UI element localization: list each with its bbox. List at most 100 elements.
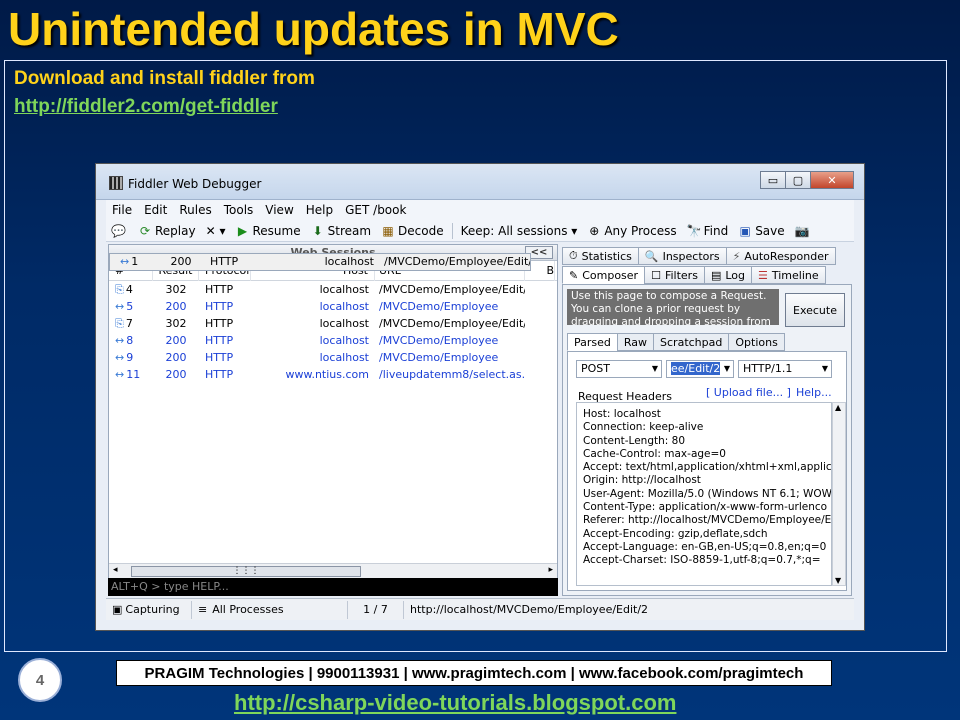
stream-button[interactable]: ⬇ Stream (306, 224, 376, 238)
inspect-icon: 🔍 (644, 249, 659, 263)
session-protocol: HTTP (205, 283, 234, 296)
camera-icon: 📷 (794, 223, 810, 238)
session-result: 302 (165, 283, 187, 296)
decode-button[interactable]: ▦ Decode (376, 224, 449, 238)
crosshair-icon: ⊕ (589, 223, 600, 238)
menu-get-book[interactable]: GET /book (339, 203, 412, 217)
session-num: ↔ 1 (114, 254, 158, 270)
save-label: Save (755, 223, 785, 238)
screenshot-button[interactable]: 📷 (790, 224, 817, 238)
tab-timeline[interactable]: ☰ Timeline (751, 266, 826, 284)
maximize-button[interactable]: ▢ (785, 171, 811, 189)
header-line: Content-Length: 80 (583, 434, 686, 447)
session-url: /MVCDemo/Employee/Edit/2 (384, 255, 530, 268)
session-url: /MVCDemo/Employee (379, 300, 499, 313)
decode-grid-icon: ▦ (382, 223, 394, 238)
footer-credit: PRAGIM Technologies | 9900113931 | www.p… (116, 660, 832, 686)
table-row[interactable]: ⎘ 4 302 HTTP localhost/MVCDemo/Employee/Edit… (109, 281, 557, 298)
close-button[interactable]: ✕ (810, 171, 854, 189)
session-num: ↔ 5 (109, 300, 153, 313)
parsed-panel: POST ▼ ee/Edit/2 ▼ HTTP/1.1 ▼ Request Heade… (567, 351, 847, 591)
menu-view[interactable]: View (259, 203, 299, 217)
table-row[interactable]: ↔ 5 200 HTTP localhost/MVCDemo/Employee (109, 298, 557, 315)
http-version-select[interactable]: HTTP/1.1 ▼ (738, 360, 832, 378)
session-protocol: HTTP (205, 351, 234, 364)
session-host: localhost (324, 255, 374, 268)
header-line: Accept-Charset: ISO-8859-1,utf-8;q=0.7,*… (583, 554, 821, 567)
session-num-text: 4 (125, 282, 133, 296)
session-result: 200 (170, 255, 192, 268)
table-row[interactable]: ↔ 8 200 HTTP localhost/MVCDemo/Employee (109, 332, 557, 349)
upload-file-link[interactable]: [ Upload file... ] (706, 386, 791, 399)
capture-icon: ▣ (112, 603, 123, 616)
tab-options[interactable]: Options (728, 333, 785, 351)
find-label: Find (703, 223, 729, 238)
tab-inspectors[interactable]: 🔍 Inspectors (637, 247, 727, 265)
checkbox-icon: ☐ (651, 268, 661, 282)
help-link[interactable]: Help... (796, 386, 832, 399)
process-filter[interactable]: ≡ All Processes (192, 600, 348, 619)
session-type-icon: ↔ (115, 334, 125, 347)
tab-scratchpad[interactable]: Scratchpad (653, 333, 730, 351)
fiddler-download-link[interactable]: http://fiddler2.com/get-fiddler (14, 96, 278, 118)
request-headers-textarea[interactable]: Host: localhost Connection: keep-alive Con… (576, 402, 832, 586)
stream-arrow-icon: ⬇ (312, 223, 323, 238)
tab-statistics[interactable]: ⏱ Statistics (562, 247, 639, 265)
tab-autoresponder[interactable]: ⚡ AutoResponder (725, 247, 836, 265)
session-url: /MVCDemo/Employee (379, 351, 499, 364)
tab-raw[interactable]: Raw (616, 333, 655, 351)
session-result: 200 (165, 334, 187, 347)
tab-filters[interactable]: ☐ Filters (644, 266, 705, 284)
url-input[interactable]: ee/Edit/2 ▼ (666, 360, 734, 378)
session-protocol: HTTP (210, 255, 239, 268)
window-title: Fiddler Web Debugger (128, 177, 262, 191)
execute-button[interactable]: Execute (785, 293, 845, 327)
table-row[interactable]: ↔ 9 200 HTTP localhost/MVCDemo/Employee (109, 349, 557, 366)
table-row[interactable]: ↔ 1 200 HTTP localhost/MVCDemo/Employee/Edit… (109, 253, 531, 271)
chevron-down-icon: ▼ (651, 364, 658, 373)
menu-edit[interactable]: Edit (138, 203, 173, 217)
slide-subtitle: Download and install fiddler from (14, 68, 315, 89)
session-type-icon: ⎘ (115, 282, 124, 296)
capturing-label: Capturing (125, 603, 180, 616)
tab-log[interactable]: ▤ Log (703, 266, 752, 284)
footer-blog-link[interactable]: http://csharp-video-tutorials.blogspot.c… (234, 690, 676, 716)
header-line: Accept: text/html,application/xhtml+xml,… (583, 461, 832, 474)
session-num-text: 11 (126, 368, 141, 381)
headers-vertical-scrollbar[interactable]: ▲ ▼ (832, 402, 846, 586)
slide-title: Unintended updates in MVC (8, 3, 619, 55)
menu-rules[interactable]: Rules (173, 203, 217, 217)
composer-info: Use this page to compose a Request. You … (567, 289, 779, 325)
menu-tools[interactable]: Tools (218, 203, 260, 217)
session-protocol: HTTP (205, 300, 234, 313)
menu-file[interactable]: File (106, 203, 138, 217)
session-type-icon: ↔ (115, 368, 125, 381)
table-row[interactable]: ↔ 11 200 HTTP www.ntius.com/liveupdatemm8/se… (109, 366, 557, 383)
tab-label: Inspectors (662, 249, 720, 263)
menu-help[interactable]: Help (300, 203, 339, 217)
replay-button[interactable]: ⟳ Replay (133, 224, 201, 238)
scrollbar-thumb[interactable]: ⋮⋮⋮ (131, 566, 361, 577)
comment-button[interactable]: 💬 (106, 224, 133, 238)
tab-composer[interactable]: ✎ Composer (562, 266, 646, 284)
any-process-button[interactable]: ⊕ Any Process (582, 224, 681, 238)
capturing-toggle[interactable]: ▣ Capturing (106, 600, 192, 619)
minimize-button[interactable]: ▭ (760, 171, 786, 189)
tab-parsed[interactable]: Parsed (567, 333, 618, 351)
keep-sessions-dropdown[interactable]: Keep: All sessions ▾ (456, 224, 583, 238)
menu-bar: File Edit Rules Tools View Help GET /boo… (106, 200, 854, 220)
save-button[interactable]: ▣ Save (733, 224, 789, 238)
quickexec-input[interactable]: ALT+Q > type HELP... (108, 578, 558, 596)
horizontal-scrollbar[interactable]: ◂ ⋮⋮⋮ ▸ (109, 563, 557, 579)
header-line: Cache-Control: max-age=0 (583, 447, 726, 460)
header-line: Host: localhost (583, 408, 661, 420)
method-select[interactable]: POST ▼ (576, 360, 662, 378)
find-button[interactable]: 🔭 Find (682, 224, 734, 238)
remove-button[interactable]: ✕ ▾ (201, 224, 231, 238)
composer-tabs: Parsed Raw Scratchpad Options (567, 333, 785, 351)
session-num-text: 1 (131, 255, 139, 268)
table-row[interactable]: ⎘ 7 302 HTTP localhost/MVCDemo/Employee/Edit… (109, 315, 557, 332)
resume-button[interactable]: ▶ Resume (231, 224, 306, 238)
session-list: ↔ 1 200 HTTP localhost/MVCDemo/Employee/Edit… (109, 253, 557, 383)
session-num-text: 7 (125, 316, 133, 330)
